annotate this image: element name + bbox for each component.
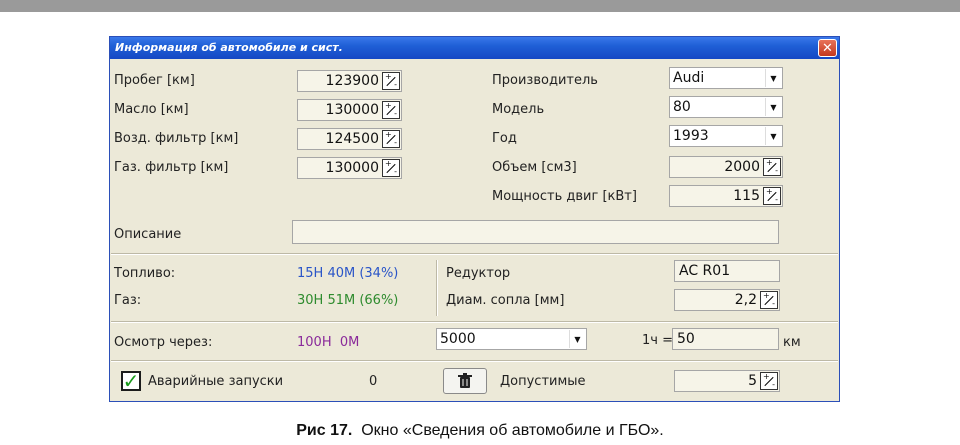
manufacturer-select[interactable]: Audi ▼ xyxy=(669,67,783,89)
top-band xyxy=(0,0,960,12)
year-value: 1993 xyxy=(673,128,709,144)
description-field[interactable] xyxy=(292,220,779,244)
close-icon: ✕ xyxy=(822,40,833,56)
allowed-value: 5 xyxy=(748,373,757,389)
chevron-down-icon[interactable]: ▼ xyxy=(765,127,781,145)
emergency-checkbox[interactable]: ✓ xyxy=(121,371,141,391)
close-button[interactable]: ✕ xyxy=(818,39,837,57)
year-select[interactable]: 1993 ▼ xyxy=(669,125,783,147)
air-filter-value: 124500 xyxy=(325,131,379,147)
interval-value: 5000 xyxy=(440,331,476,347)
chevron-down-icon[interactable]: ▼ xyxy=(765,98,781,116)
chevron-down-icon[interactable]: ▼ xyxy=(569,330,585,348)
model-select[interactable]: 80 ▼ xyxy=(669,96,783,118)
rate-label: 1ч = xyxy=(642,333,673,348)
model-value: 80 xyxy=(673,99,691,115)
emergency-label: Аварийные запуски xyxy=(148,374,284,389)
spin-icon[interactable]: + - xyxy=(382,159,400,177)
interval-select[interactable]: 5000 ▼ xyxy=(436,328,587,350)
caption-text: Окно «Сведения об автомобиле и ГБО». xyxy=(361,422,664,439)
spin-icon[interactable]: + - xyxy=(382,72,400,90)
spin-icon[interactable]: + - xyxy=(760,372,778,390)
mileage-label: Пробег [км] xyxy=(114,73,195,88)
nozzle-label: Диам. сопла [мм] xyxy=(446,293,565,308)
divider xyxy=(111,253,838,255)
spin-icon[interactable]: + - xyxy=(763,187,781,205)
emergency-count: 0 xyxy=(369,374,378,389)
inspection-value: 100Н 0М xyxy=(297,335,360,350)
rate-field[interactable]: 50 xyxy=(672,328,779,350)
spin-icon[interactable]: + - xyxy=(382,101,400,119)
allowed-label: Допустимые xyxy=(500,374,586,389)
air-filter-field[interactable]: 124500 + - xyxy=(297,128,402,150)
chevron-down-icon[interactable]: ▼ xyxy=(765,69,781,87)
km-unit-label: км xyxy=(783,335,801,350)
manufacturer-value: Audi xyxy=(673,70,705,86)
fuel-label: Топливо: xyxy=(114,266,176,281)
car-info-window: Информация об автомобиле и сист. ✕ Пробе… xyxy=(109,36,840,402)
model-label: Модель xyxy=(492,102,545,117)
gas-label: Газ: xyxy=(114,293,142,308)
year-label: Год xyxy=(492,131,517,146)
nozzle-value: 2,2 xyxy=(734,292,757,308)
clear-button[interactable] xyxy=(443,368,487,394)
trash-icon xyxy=(458,373,472,388)
nozzle-field[interactable]: 2,2 + - xyxy=(674,289,780,311)
oil-value: 130000 xyxy=(325,102,379,118)
reducer-value: AC R01 xyxy=(679,263,731,279)
oil-field[interactable]: 130000 + - xyxy=(297,99,402,121)
gas-value: 30Н 51М (66%) xyxy=(297,293,399,308)
power-field[interactable]: 115 + - xyxy=(669,185,783,207)
volume-field[interactable]: 2000 + - xyxy=(669,156,783,178)
spin-icon[interactable]: + - xyxy=(382,130,400,148)
reducer-label: Редуктор xyxy=(446,266,511,281)
power-value: 115 xyxy=(733,188,760,204)
window-title: Информация об автомобиле и сист. xyxy=(115,41,343,54)
allowed-field[interactable]: 5 + - xyxy=(674,370,780,392)
gas-filter-field[interactable]: 130000 + - xyxy=(297,157,402,179)
mileage-value: 123900 xyxy=(325,73,379,89)
spin-icon[interactable]: + - xyxy=(760,291,778,309)
figure-caption: Рис 17. Окно «Сведения об автомобиле и Г… xyxy=(0,422,960,440)
rate-value: 50 xyxy=(677,331,695,347)
volume-label: Объем [см3] xyxy=(492,160,577,175)
spin-icon[interactable]: + - xyxy=(763,158,781,176)
vertical-divider xyxy=(436,260,438,316)
inspection-label: Осмотр через: xyxy=(114,335,213,350)
gas-filter-label: Газ. фильтр [км] xyxy=(114,160,229,175)
mileage-field[interactable]: 123900 + - xyxy=(297,70,402,92)
window-titlebar: Информация об автомобиле и сист. ✕ xyxy=(110,37,839,59)
gas-filter-value: 130000 xyxy=(325,160,379,176)
reducer-field[interactable]: AC R01 xyxy=(674,260,780,282)
manufacturer-label: Производитель xyxy=(492,73,598,88)
power-label: Мощность двиг [кВт] xyxy=(492,189,637,204)
divider xyxy=(111,321,838,323)
oil-label: Масло [км] xyxy=(114,102,189,117)
description-label: Описание xyxy=(114,227,182,242)
divider xyxy=(111,360,838,362)
volume-value: 2000 xyxy=(724,159,760,175)
air-filter-label: Возд. фильтр [км] xyxy=(114,131,239,146)
check-icon: ✓ xyxy=(122,369,140,393)
fuel-value: 15Н 40М (34%) xyxy=(297,266,399,281)
figure-number: Рис 17. xyxy=(296,422,353,439)
